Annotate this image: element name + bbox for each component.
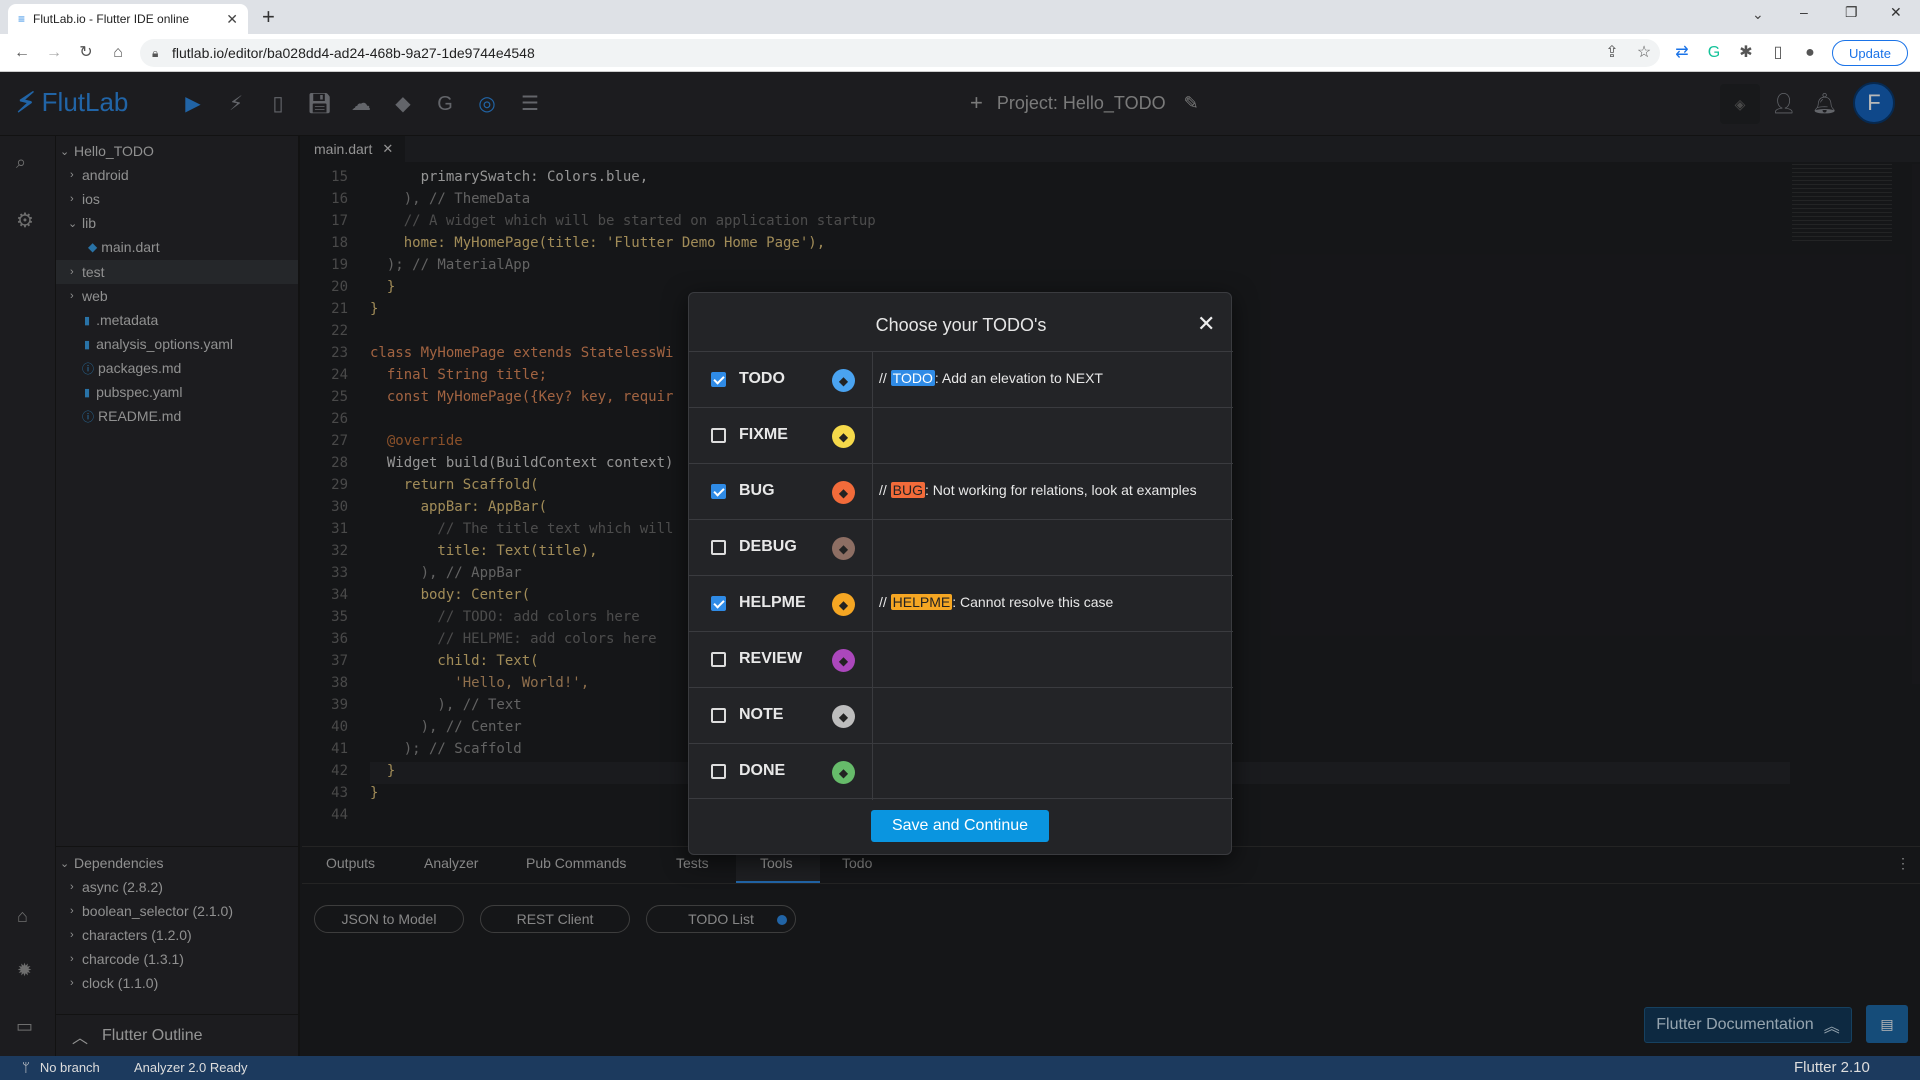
flutter-version[interactable]: Flutter 2.10 <box>1794 1059 1870 1076</box>
paint-bucket-icon[interactable]: ◆ <box>832 537 855 560</box>
branch-indicator[interactable]: ᛘ No branch <box>22 1060 100 1075</box>
row-divider <box>872 408 873 464</box>
todo-row-bug: BUG ◆ // BUG: Not working for relations,… <box>689 463 1233 520</box>
paint-bucket-icon[interactable]: ◆ <box>832 649 855 672</box>
row-divider <box>872 632 873 688</box>
close-icon[interactable]: ✕ <box>1197 311 1215 337</box>
row-divider <box>872 744 873 800</box>
todo-row-done: DONE ◆ <box>689 743 1233 800</box>
forward-icon[interactable]: → <box>42 42 66 64</box>
reload-icon[interactable]: ↻ <box>74 42 98 64</box>
minimize-icon[interactable]: – <box>1800 4 1808 20</box>
branch-icon: ᛘ <box>22 1060 30 1075</box>
restore-icon[interactable]: ❐ <box>1845 4 1858 21</box>
todo-preview: // HELPME: Cannot resolve this case <box>879 594 1114 610</box>
todo-checkbox[interactable] <box>711 596 726 611</box>
row-divider <box>872 688 873 744</box>
todo-checkbox[interactable] <box>711 484 726 499</box>
todo-name: HELPME <box>739 594 806 611</box>
todo-name: DEBUG <box>739 538 797 555</box>
todo-name: REVIEW <box>739 650 803 667</box>
tab-search-icon[interactable]: ⌄ <box>1752 6 1764 23</box>
sidepanel-icon[interactable]: ▯ <box>1766 42 1790 64</box>
update-button[interactable]: Update <box>1832 40 1908 66</box>
browser-toolbar: ← → ↻ ⌂ 🔒︎ flutlab.io/editor/ba028dd4-ad… <box>0 34 1920 72</box>
row-divider <box>872 352 873 408</box>
row-divider <box>872 576 873 632</box>
save-and-continue-button[interactable]: Save and Continue <box>871 810 1049 842</box>
back-icon[interactable]: ← <box>10 42 34 64</box>
flutlab-favicon-icon: ≡ <box>18 12 26 26</box>
paint-bucket-icon[interactable]: ◆ <box>832 593 855 616</box>
todo-row-debug: DEBUG ◆ <box>689 519 1233 576</box>
todo-preview: // TODO: Add an elevation to NEXT <box>879 370 1103 386</box>
close-tab-icon[interactable]: ✕ <box>226 11 238 28</box>
dialog-title: Choose your TODO's <box>875 315 1047 335</box>
translate-icon[interactable]: ⇄ <box>1670 42 1694 64</box>
paint-bucket-icon[interactable]: ◆ <box>832 705 855 728</box>
row-divider <box>872 464 873 520</box>
paint-bucket-icon[interactable]: ◆ <box>832 425 855 448</box>
profile-icon[interactable]: ● <box>1798 42 1822 64</box>
todo-preview: // BUG: Not working for relations, look … <box>879 482 1197 498</box>
status-bar: ᛘ No branch Analyzer 2.0 Ready Flutter 2… <box>0 1056 1920 1080</box>
todo-name: BUG <box>739 482 775 499</box>
address-bar[interactable]: 🔒︎ flutlab.io/editor/ba028dd4-ad24-468b-… <box>140 39 1660 67</box>
todo-row-helpme: HELPME ◆ // HELPME: Cannot resolve this … <box>689 575 1233 632</box>
paint-bucket-icon[interactable]: ◆ <box>832 761 855 784</box>
todo-row-fixme: FIXME ◆ <box>689 407 1233 464</box>
url-text: flutlab.io/editor/ba028dd4-ad24-468b-9a2… <box>172 45 535 61</box>
share-icon[interactable]: ⇪ <box>1600 42 1624 64</box>
choose-todos-dialog: Choose your TODO's ✕ TODO ◆ // TODO: Add… <box>688 292 1233 855</box>
todo-row-todo: TODO ◆ // TODO: Add an elevation to NEXT <box>689 351 1233 408</box>
branch-label: No branch <box>39 1060 100 1075</box>
browser-tab[interactable]: ≡ FlutLab.io - Flutter IDE online ✕ <box>8 4 248 34</box>
todo-checkbox[interactable] <box>711 372 726 387</box>
new-tab-button[interactable]: + <box>262 4 275 30</box>
home-icon[interactable]: ⌂ <box>106 42 130 64</box>
bookmark-star-icon[interactable]: ☆ <box>1632 42 1656 64</box>
browser-tab-strip: ≡ FlutLab.io - Flutter IDE online ✕ + ⌄ … <box>0 0 1920 34</box>
row-divider <box>872 520 873 576</box>
save-and-continue-label: Save and Continue <box>891 817 1029 834</box>
update-label: Update <box>1849 45 1891 61</box>
todo-name: DONE <box>739 762 786 779</box>
lock-icon: 🔒︎ <box>152 45 159 60</box>
paint-bucket-icon[interactable]: ◆ <box>832 481 855 504</box>
todo-checkbox[interactable] <box>711 652 726 667</box>
analyzer-status: Analyzer 2.0 Ready <box>134 1060 248 1075</box>
grammarly-icon[interactable]: G <box>1702 42 1726 64</box>
todo-row-review: REVIEW ◆ <box>689 631 1233 688</box>
todo-name: NOTE <box>739 706 784 723</box>
todo-row-note: NOTE ◆ <box>689 687 1233 744</box>
paint-bucket-icon[interactable]: ◆ <box>832 369 855 392</box>
close-window-icon[interactable]: ✕ <box>1890 4 1902 21</box>
todo-checkbox[interactable] <box>711 540 726 555</box>
todo-checkbox[interactable] <box>711 708 726 723</box>
todo-checkbox[interactable] <box>711 428 726 443</box>
todo-checkbox[interactable] <box>711 764 726 779</box>
todo-name: TODO <box>739 370 785 387</box>
extensions-icon[interactable]: ✱ <box>1734 42 1758 64</box>
todo-name: FIXME <box>739 426 788 443</box>
browser-tab-title: FlutLab.io - Flutter IDE online <box>33 12 190 26</box>
